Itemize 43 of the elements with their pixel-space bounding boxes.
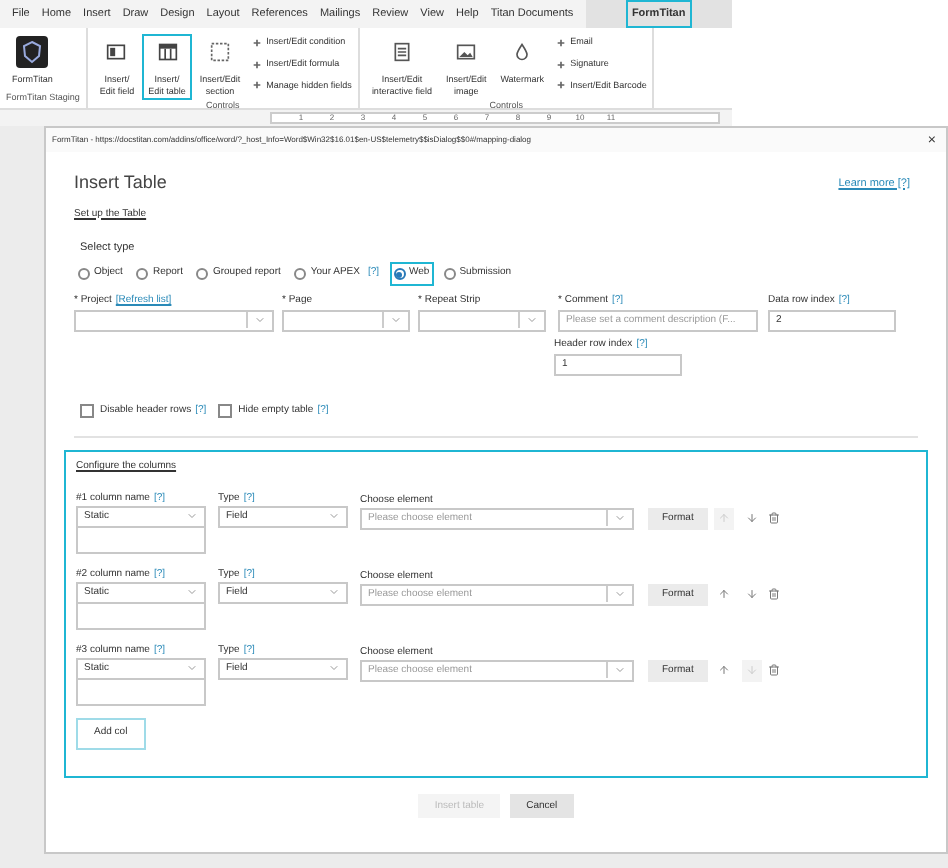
chevron-icon [614, 512, 626, 525]
field-icon [106, 42, 127, 62]
image-icon [456, 42, 477, 62]
chevron-icon [390, 314, 402, 327]
trash-icon[interactable] [767, 664, 780, 677]
small-tool-icon [252, 59, 263, 70]
chevron-icon [328, 510, 340, 523]
select-field[interactable] [418, 309, 546, 332]
small-tool-icon [252, 37, 263, 48]
chevron-icon [186, 662, 198, 675]
trash-icon[interactable] [767, 588, 780, 601]
drop-icon [512, 42, 533, 62]
select-field[interactable] [282, 309, 410, 332]
small-tool-icon [556, 37, 567, 48]
trash-icon[interactable] [767, 512, 780, 525]
small-tool-icon [556, 80, 567, 91]
arrow-up-icon [717, 512, 730, 525]
input-field[interactable] [76, 603, 206, 630]
input-field[interactable] [76, 527, 206, 554]
section-icon [210, 42, 231, 62]
chevron-icon [328, 586, 340, 599]
chevron-icon [328, 662, 340, 675]
arrow-up-icon [717, 664, 730, 677]
arrow-down-icon [745, 664, 758, 677]
chevron-icon [186, 586, 198, 599]
arrow-down-icon [745, 588, 758, 601]
checkbox[interactable] [218, 404, 233, 418]
form-icon [391, 42, 412, 62]
arrow-up-icon [717, 588, 730, 601]
small-tool-icon [252, 80, 263, 91]
table-icon [157, 42, 177, 62]
chevron-icon [614, 664, 626, 677]
checkbox[interactable] [80, 404, 94, 418]
chevron-icon [186, 510, 198, 523]
arrow-down-icon [745, 512, 758, 525]
shield-icon [16, 36, 49, 68]
select-field[interactable] [74, 309, 274, 332]
dialog-heading: Insert Table [74, 170, 167, 196]
chevron-icon [614, 588, 626, 601]
small-tool-icon [556, 59, 567, 70]
chevron-icon [254, 314, 266, 327]
chevron-icon [526, 314, 538, 327]
input-field[interactable] [76, 679, 206, 706]
